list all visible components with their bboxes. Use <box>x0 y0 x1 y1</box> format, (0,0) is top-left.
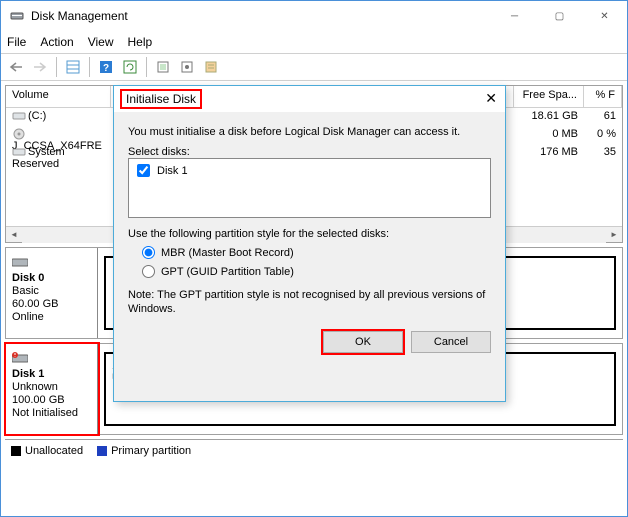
legend: Unallocated Primary partition <box>5 439 623 461</box>
disk-select-item[interactable]: Disk 1 <box>129 159 490 182</box>
disk-type: Basic <box>12 285 91 297</box>
drive-icon <box>12 110 26 122</box>
back-button[interactable] <box>5 56 27 78</box>
legend-unalloc-label: Unallocated <box>25 445 83 457</box>
dialog-close-button[interactable]: ✕ <box>485 90 497 107</box>
properties-icon[interactable] <box>200 56 222 78</box>
disk-status: Not Initialised <box>12 407 91 419</box>
scroll-left-icon[interactable]: ◄ <box>6 227 22 243</box>
legend-primary-label: Primary partition <box>111 445 191 457</box>
tool-icon-1[interactable] <box>152 56 174 78</box>
disk-management-window: Disk Management ─ ▢ ✕ File Action View H… <box>0 0 628 517</box>
disk-size: 60.00 GB <box>12 298 91 310</box>
menu-file[interactable]: File <box>7 35 26 49</box>
help-icon[interactable]: ? <box>95 56 117 78</box>
dialog-note: Note: The GPT partition style is not rec… <box>128 288 491 317</box>
forward-button[interactable] <box>29 56 51 78</box>
dialog-title: Initialise Disk <box>122 91 200 107</box>
minimize-button[interactable]: ─ <box>492 1 537 31</box>
menu-action[interactable]: Action <box>40 35 73 49</box>
refresh-icon[interactable] <box>119 56 141 78</box>
partition-style-group: MBR (Master Boot Record) GPT (GUID Parti… <box>142 246 491 278</box>
toolbar: ? <box>1 53 627 81</box>
disk-status: Online <box>12 311 91 323</box>
scroll-right-icon[interactable]: ► <box>606 227 622 243</box>
maximize-button[interactable]: ▢ <box>537 1 582 31</box>
select-disks-label: Select disks: <box>128 146 491 158</box>
disk-label: Disk 1 <box>12 368 91 380</box>
menubar: File Action View Help <box>1 31 627 53</box>
disk-type: Unknown <box>12 381 91 393</box>
disk-select-list: Disk 1 <box>128 158 491 218</box>
svg-text:?: ? <box>103 63 109 74</box>
gpt-radio[interactable] <box>142 265 155 278</box>
ok-button[interactable]: OK <box>323 331 403 353</box>
disk-label: Disk 0 <box>12 272 91 284</box>
menu-view[interactable]: View <box>88 35 114 49</box>
disk-info-panel: Disk 0 Basic 60.00 GB Online <box>6 248 98 338</box>
disk-error-icon <box>12 352 91 367</box>
view-list-icon[interactable] <box>62 56 84 78</box>
disc-icon <box>12 128 26 140</box>
titlebar: Disk Management ─ ▢ ✕ <box>1 1 627 31</box>
menu-help[interactable]: Help <box>128 35 153 49</box>
mbr-radio[interactable] <box>142 246 155 259</box>
disk-size: 100.00 GB <box>12 394 91 406</box>
drive-icon <box>12 146 26 158</box>
initialise-disk-dialog: Initialise Disk ✕ You must initialise a … <box>113 85 506 402</box>
disk-checkbox[interactable] <box>137 164 150 177</box>
legend-primary-color <box>97 446 107 456</box>
radio-mbr[interactable]: MBR (Master Boot Record) <box>142 246 491 259</box>
dialog-titlebar: Initialise Disk ✕ <box>114 86 505 112</box>
disk-info-panel: Disk 1 Unknown 100.00 GB Not Initialised <box>6 344 98 434</box>
close-button[interactable]: ✕ <box>582 1 627 31</box>
legend-unalloc-color <box>11 446 21 456</box>
cancel-button[interactable]: Cancel <box>411 331 491 353</box>
disk-icon <box>12 256 91 271</box>
tool-icon-2[interactable] <box>176 56 198 78</box>
partition-style-label: Use the following partition style for th… <box>128 228 491 240</box>
app-icon <box>9 8 25 24</box>
header-volume[interactable]: Volume <box>6 86 111 107</box>
disk-name: Disk 1 <box>157 165 188 177</box>
radio-gpt[interactable]: GPT (GUID Partition Table) <box>142 265 491 278</box>
header-pct[interactable]: % F <box>584 86 622 107</box>
dialog-instruction: You must initialise a disk before Logica… <box>128 126 491 138</box>
header-free[interactable]: Free Spa... <box>514 86 584 107</box>
